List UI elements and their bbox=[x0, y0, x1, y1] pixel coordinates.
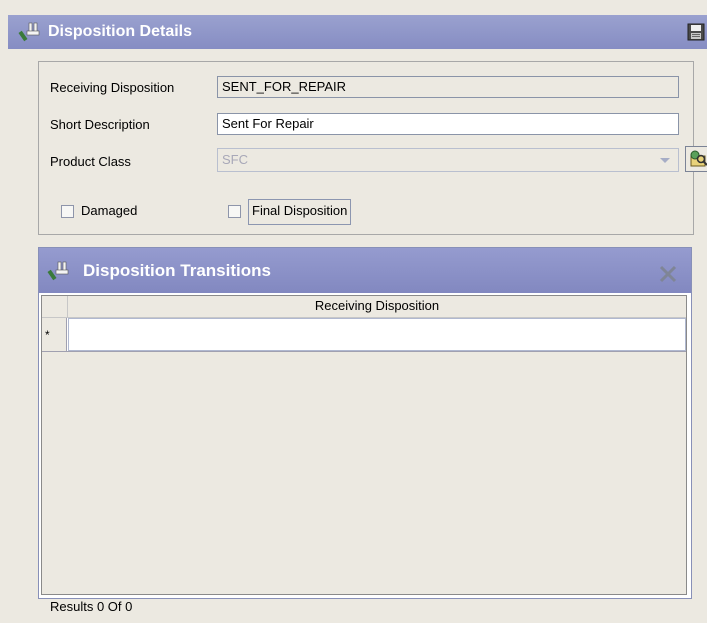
damaged-checkbox[interactable] bbox=[61, 205, 74, 218]
window-title: Disposition Details bbox=[48, 23, 193, 40]
table-row-new[interactable]: * bbox=[42, 318, 686, 352]
product-class-label: Product Class bbox=[50, 154, 131, 169]
column-header-receiving-disposition[interactable]: Receiving Disposition bbox=[68, 298, 686, 313]
product-class-select[interactable]: SFC bbox=[217, 148, 679, 172]
save-icon[interactable] bbox=[687, 23, 705, 41]
chevron-down-icon[interactable] bbox=[658, 153, 672, 167]
wrench-icon bbox=[18, 21, 42, 43]
row-header-corner bbox=[42, 296, 68, 317]
transitions-title: Disposition Transitions bbox=[83, 260, 271, 280]
disposition-details-panel: Receiving Disposition SENT_FOR_REPAIR Sh… bbox=[38, 61, 707, 235]
final-disposition-checkbox[interactable] bbox=[228, 205, 241, 218]
title-bar: Disposition Details bbox=[8, 15, 707, 49]
damaged-label: Damaged bbox=[81, 203, 138, 218]
results-count: Results 0 Of 0 bbox=[50, 599, 133, 614]
transitions-table: Receiving Disposition * bbox=[41, 295, 687, 595]
wrench-icon bbox=[47, 260, 71, 282]
lookup-icon bbox=[690, 150, 707, 167]
disposition-details-window: Disposition Details Receiving Dispositio… bbox=[0, 0, 707, 623]
disposition-transitions-panel: Disposition Transitions Receiving Dispos… bbox=[38, 247, 692, 599]
receiving-disposition-label: Receiving Disposition bbox=[50, 80, 175, 95]
delete-icon[interactable] bbox=[657, 262, 679, 284]
short-description-label: Short Description bbox=[50, 117, 150, 132]
table-cell-receiving-disposition[interactable] bbox=[68, 318, 686, 351]
product-class-lookup-button[interactable] bbox=[685, 146, 707, 172]
table-header: Receiving Disposition bbox=[42, 296, 686, 318]
final-disposition-label: Final Disposition bbox=[248, 199, 352, 225]
transitions-header: Disposition Transitions bbox=[39, 248, 691, 293]
short-description-input[interactable]: Sent For Repair bbox=[217, 113, 679, 135]
receiving-disposition-field: SENT_FOR_REPAIR bbox=[217, 76, 679, 98]
new-row-marker: * bbox=[42, 318, 67, 351]
product-class-value: SFC bbox=[222, 152, 248, 167]
